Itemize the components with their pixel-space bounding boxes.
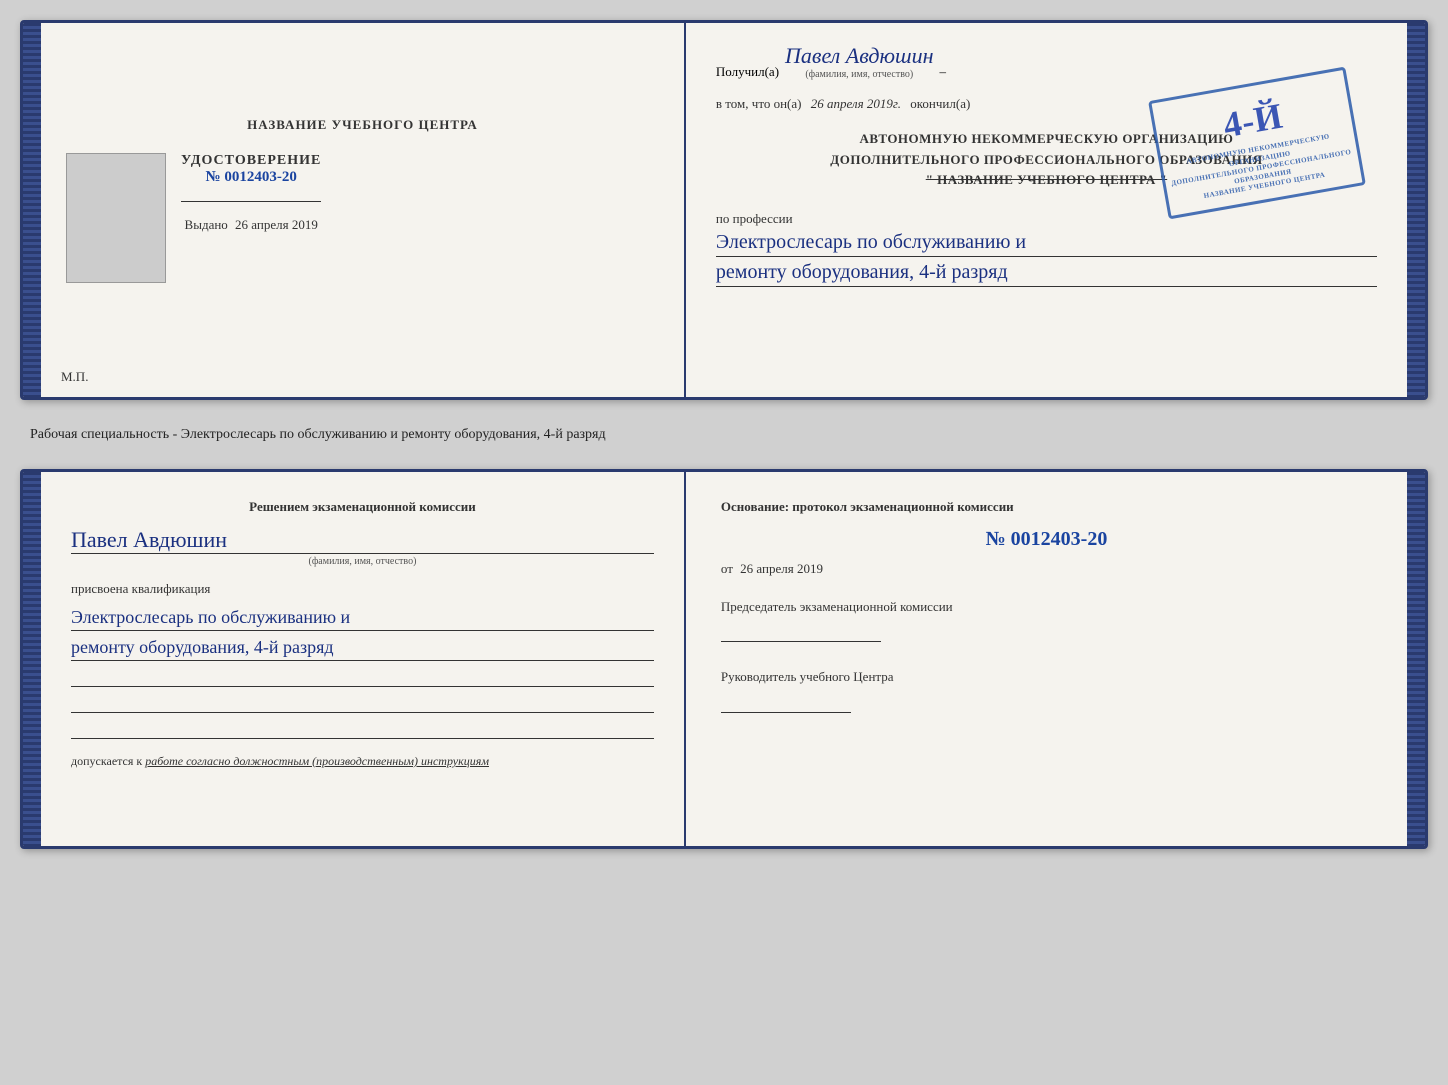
dopuskaetsya-block: допускается к работе согласно должностны… [71,754,654,769]
dopuskaetsya-text: работе согласно должностным (производств… [145,754,489,768]
rukovoditel-sig-line [721,695,851,713]
right-spine-bottom [1407,472,1425,846]
bottom-document: Решением экзаменационной комиссии Павел … [20,469,1428,849]
vydano-label: Выдано [185,217,228,232]
stamp-inner: 4-й АВТОНОМНУЮ НЕКОММЕРЧЕСКУЮ ОРГАНИЗАЦИ… [1152,74,1361,212]
poluchil-name: Павел Авдюшин [785,43,933,69]
resheniem-title: Решением экзаменационной комиссии [71,497,654,517]
predsedatel-label: Председатель экзаменационной комиссии [721,597,1372,617]
ot-date: 26 апреля 2019 [740,561,823,576]
sig-line-2 [71,695,654,713]
mp-label: М.П. [61,369,88,385]
predsedatel-sig-line [721,624,881,642]
professiya-line2: ремонту оборудования, 4-й разряд [716,261,1377,287]
okonchil-label: окончил(а) [910,96,970,111]
center-title: НАЗВАНИЕ УЧЕБНОГО ЦЕНТРА [247,117,478,133]
poluchil-name-block: Павел Авдюшин (фамилия, имя, отчество) [785,43,933,80]
kvalif-line1: Электрослесарь по обслуживанию и [71,605,654,631]
bottom-right-page: Основание: протокол экзаменационной коми… [686,472,1407,846]
prisvoena-label: присвоена квалификация [71,581,654,597]
page-wrapper: НАЗВАНИЕ УЧЕБНОГО ЦЕНТРА УДОСТОВЕРЕНИЕ №… [20,20,1428,849]
top-document: НАЗВАНИЕ УЧЕБНОГО ЦЕНТРА УДОСТОВЕРЕНИЕ №… [20,20,1428,400]
ot-label: от [721,561,733,576]
rukovoditel-block: Руководитель учебного Центра [721,667,1372,713]
top-left-page: НАЗВАНИЕ УЧЕБНОГО ЦЕНТРА УДОСТОВЕРЕНИЕ №… [41,23,686,397]
stamp: 4-й АВТОНОМНУЮ НЕКОММЕРЧЕСКУЮ ОРГАНИЗАЦИ… [1148,67,1366,220]
sig-line-3 [71,721,654,739]
predsedatel-block: Председатель экзаменационной комиссии [721,597,1372,643]
professiya-line1: Электрослесарь по обслуживанию и [716,231,1377,257]
cert-block: УДОСТОВЕРЕНИЕ № 0012403-20 Выдано 26 апр… [181,153,321,233]
photo-placeholder [66,153,166,283]
dopuskaetsya-label: допускается к [71,754,142,768]
bottom-fio: Павел Авдюшин [71,527,654,554]
ot-block: от 26 апреля 2019 [721,561,1372,577]
top-right-page: Получил(а) Павел Авдюшин (фамилия, имя, … [686,23,1407,397]
fio-hint: (фамилия, имя, отчество) [805,69,913,80]
cert-title: УДОСТОВЕРЕНИЕ [181,153,321,169]
middle-text: Рабочая специальность - Электрослесарь п… [20,418,1428,451]
left-spine-bottom [23,472,41,846]
kvalif-line2: ремонту оборудования, 4-й разряд [71,635,654,661]
osnovanie-label: Основание: протокол экзаменационной коми… [721,497,1372,518]
left-spine [23,23,41,397]
right-spine-top [1407,23,1425,397]
bottom-fio-hint: (фамилия, имя, отчество) [71,556,654,567]
sig-line-1 [71,669,654,687]
photo-and-cert: УДОСТОВЕРЕНИЕ № 0012403-20 Выдано 26 апр… [66,153,659,303]
poluchil-label: Получил(а) [716,64,779,80]
ot-line: от 26 апреля 2019 [721,561,1372,577]
vtom-label: в том, что он(а) [716,96,802,111]
vtom-date: 26 апреля 2019г. [811,96,901,111]
po-professii-label: по профессии [716,211,1377,227]
cert-number: № 0012403-20 [181,169,321,186]
rukovoditel-label: Руководитель учебного Центра [721,667,1372,687]
bottom-doc-num: № 0012403-20 [721,528,1372,551]
poluchil-line: Получил(а) Павел Авдюшин (фамилия, имя, … [716,43,1377,80]
bottom-fio-block: Павел Авдюшин (фамилия, имя, отчество) [71,527,654,567]
bottom-left-page: Решением экзаменационной комиссии Павел … [41,472,686,846]
vydano-date: 26 апреля 2019 [235,217,318,232]
dash: – [940,64,947,80]
vydano-line: Выдано 26 апреля 2019 [181,217,321,233]
